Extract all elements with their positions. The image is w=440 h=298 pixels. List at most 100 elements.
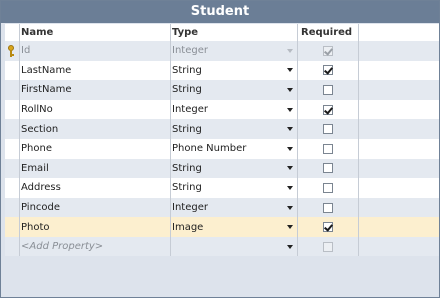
property-row[interactable]: FirstName String	[5, 80, 439, 100]
property-name[interactable]: Pincode	[20, 198, 169, 218]
row-blank-cell	[359, 159, 439, 179]
property-type-select[interactable]: Integer	[171, 198, 297, 218]
column-divider	[358, 24, 359, 256]
property-type-select[interactable]: Integer	[171, 100, 297, 120]
dropdown-arrow-icon[interactable]	[287, 107, 293, 112]
header-type[interactable]: Type	[171, 24, 297, 41]
property-name[interactable]: Id	[20, 41, 169, 61]
property-name[interactable]: RollNo	[20, 100, 169, 120]
header-blank	[359, 24, 439, 41]
property-row[interactable]: Address String	[5, 178, 439, 198]
property-type-select[interactable]: Integer	[171, 41, 297, 61]
row-blank-cell	[359, 237, 439, 257]
row-key-cell	[5, 159, 17, 179]
property-name[interactable]: FirstName	[20, 80, 169, 100]
required-checkbox[interactable]	[323, 84, 333, 95]
property-row[interactable]: Phone Phone Number	[5, 139, 439, 159]
property-type-select[interactable]: String	[171, 61, 297, 81]
add-property-input[interactable]: <Add Property>	[20, 237, 169, 257]
property-type-value: Image	[172, 221, 204, 233]
property-type-value: Integer	[172, 45, 208, 57]
property-name[interactable]: Photo	[20, 217, 169, 237]
property-row[interactable]: RollNo Integer	[5, 99, 439, 120]
row-key-cell	[5, 100, 17, 120]
dropdown-arrow-icon[interactable]	[287, 166, 293, 171]
property-type-value: Integer	[172, 104, 208, 116]
grid-header: Name Type Required	[5, 24, 439, 42]
property-row[interactable]: Pincode Integer	[5, 197, 439, 218]
property-type-select[interactable]: String	[171, 159, 297, 179]
grid-empty-area	[5, 256, 439, 297]
property-type-select[interactable]: Image	[171, 217, 297, 237]
property-row[interactable]: LastName String	[5, 60, 439, 81]
dropdown-arrow-icon[interactable]	[287, 48, 293, 53]
required-checkbox[interactable]	[323, 163, 333, 174]
key-tooth	[12, 53, 14, 56]
dropdown-arrow-icon[interactable]	[287, 146, 293, 151]
required-cell	[298, 100, 358, 120]
required-cell	[298, 178, 358, 198]
required-cell	[298, 217, 358, 237]
dropdown-arrow-icon[interactable]	[287, 244, 293, 249]
property-type-value: String	[172, 64, 202, 76]
required-checkbox[interactable]	[323, 143, 333, 154]
row-key-cell	[5, 80, 17, 100]
required-cell	[298, 159, 358, 179]
row-key-cell	[5, 217, 17, 237]
key-icon	[7, 44, 15, 57]
required-cell	[298, 61, 358, 81]
row-key-cell	[5, 41, 17, 61]
required-checkbox[interactable]	[323, 65, 333, 76]
required-checkbox[interactable]	[323, 45, 333, 56]
required-checkbox[interactable]	[323, 182, 333, 193]
dropdown-arrow-icon[interactable]	[287, 127, 293, 132]
required-checkbox[interactable]	[323, 222, 333, 233]
property-type-select[interactable]: Phone Number	[171, 139, 297, 159]
property-name[interactable]: LastName	[20, 61, 169, 81]
row-key-cell	[5, 198, 17, 218]
add-property-type-select[interactable]	[171, 237, 297, 257]
required-checkbox[interactable]	[323, 202, 333, 213]
required-cell	[298, 237, 358, 257]
required-checkbox[interactable]	[323, 104, 333, 115]
row-key-cell	[5, 237, 17, 257]
dropdown-arrow-icon[interactable]	[287, 185, 293, 190]
property-name[interactable]: Section	[20, 119, 169, 139]
row-key-cell	[5, 61, 17, 81]
required-cell	[298, 41, 358, 61]
row-blank-cell	[359, 178, 439, 198]
property-type-select[interactable]: String	[171, 178, 297, 198]
property-row[interactable]: Id Integer	[5, 41, 439, 61]
add-property-row[interactable]: <Add Property>	[5, 237, 439, 257]
row-key-cell	[5, 178, 17, 198]
property-row[interactable]: Section String	[5, 119, 439, 139]
row-key-cell	[5, 139, 17, 159]
row-key-cell	[5, 119, 17, 139]
property-name[interactable]: Email	[20, 159, 169, 179]
header-key-column	[5, 24, 17, 41]
row-blank-cell	[359, 198, 439, 218]
property-row[interactable]: Email String	[5, 158, 439, 179]
property-row[interactable]: Photo Image	[5, 217, 439, 237]
row-blank-cell	[359, 119, 439, 139]
required-checkbox[interactable]	[323, 241, 333, 252]
dropdown-arrow-icon[interactable]	[287, 225, 293, 230]
dropdown-arrow-icon[interactable]	[287, 68, 293, 73]
header-name[interactable]: Name	[20, 24, 169, 41]
required-checkbox[interactable]	[323, 124, 333, 135]
header-required[interactable]: Required	[298, 24, 358, 41]
row-blank-cell	[359, 100, 439, 120]
property-type-select[interactable]: String	[171, 80, 297, 100]
property-type-select[interactable]: String	[171, 119, 297, 139]
property-name[interactable]: Phone	[20, 139, 169, 159]
property-type-value: String	[172, 84, 202, 96]
property-name[interactable]: Address	[20, 178, 169, 198]
column-divider	[170, 24, 171, 256]
property-type-value: Integer	[172, 202, 208, 214]
row-blank-cell	[359, 139, 439, 159]
row-blank-cell	[359, 61, 439, 81]
row-blank-cell	[359, 217, 439, 237]
property-type-value: String	[172, 182, 202, 194]
dropdown-arrow-icon[interactable]	[287, 205, 293, 210]
dropdown-arrow-icon[interactable]	[287, 87, 293, 92]
